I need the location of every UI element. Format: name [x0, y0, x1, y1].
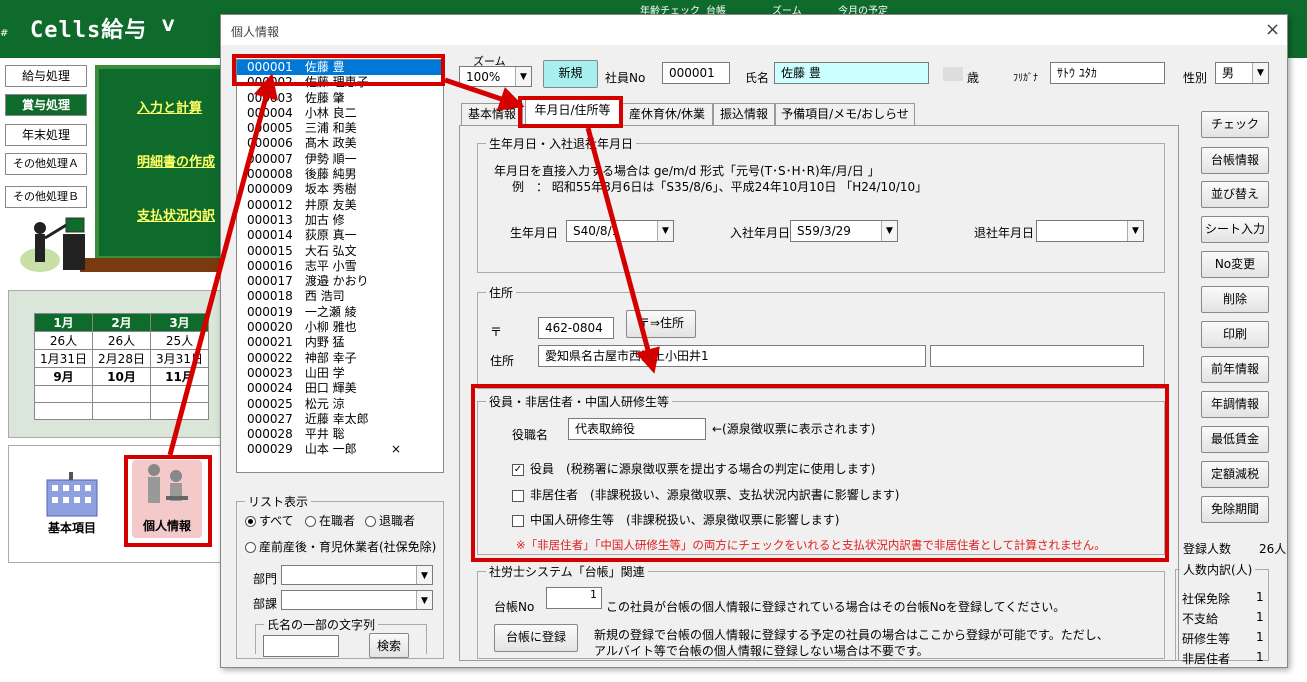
annotation-arrows [167, 73, 660, 456]
arrow-tab-to-group [585, 127, 660, 374]
arrow-list-to-tab [444, 77, 525, 111]
arrow-icon-to-list [167, 73, 278, 456]
